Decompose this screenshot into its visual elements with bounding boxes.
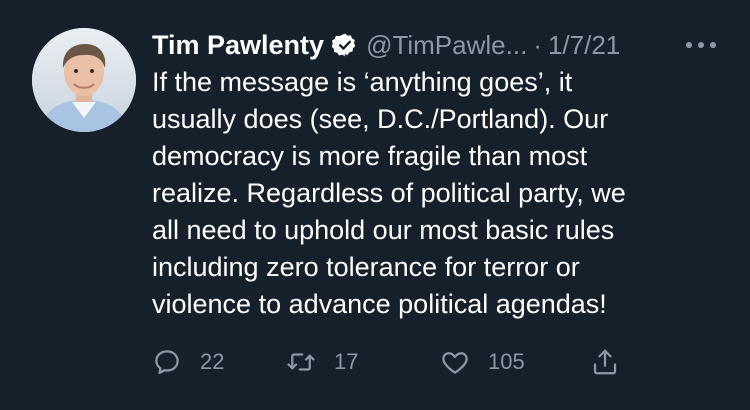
tweet-text-line: violence to advance political agendas! — [152, 289, 607, 319]
avatar[interactable] — [32, 28, 136, 132]
share-icon — [593, 349, 617, 375]
tweet-text-line: all need to uphold our most basic rules — [152, 215, 615, 245]
tweet-date[interactable]: 1/7/21 — [548, 30, 620, 61]
author-handle[interactable]: @TimPawle... — [366, 30, 527, 61]
heart-icon — [442, 352, 468, 374]
tweet-text-line: usually does (see, D.C./Portland). Our — [152, 104, 609, 134]
header-separator: · — [533, 29, 542, 60]
like-button[interactable]: 105 — [440, 342, 525, 382]
reply-count: 22 — [200, 349, 225, 374]
more-options-icon[interactable] — [684, 28, 718, 62]
reply-button[interactable]: 22 — [152, 342, 224, 382]
retweet-count: 17 — [334, 349, 359, 374]
retweet-button[interactable]: 17 — [286, 342, 358, 382]
retweet-icon — [287, 353, 315, 371]
tweet-text-line: including zero tolerance for terror or — [152, 252, 580, 282]
tweet-text-line: democracy is more fragile than most — [152, 141, 588, 171]
author-name[interactable]: Tim Pawlenty — [152, 30, 324, 61]
tweet-text-line: If the message is ‘anything goes’, it — [152, 67, 573, 97]
tweet-text: If the message is ‘anything goes’, it us… — [152, 64, 722, 323]
reply-icon — [155, 350, 179, 375]
verified-badge-icon — [331, 32, 358, 58]
tweet-actions: 22 17 105 — [152, 342, 632, 382]
tweet-text-line: realize. Regardless of political party, … — [152, 178, 626, 208]
like-count: 105 — [488, 349, 525, 374]
tweet-card[interactable]: Tim Pawlenty @TimPawle... · 1/7/21 If th… — [0, 0, 750, 410]
avatar-image — [32, 28, 136, 132]
share-button[interactable] — [590, 342, 620, 382]
tweet-header: Tim Pawlenty @TimPawle... · 1/7/21 — [152, 28, 722, 62]
